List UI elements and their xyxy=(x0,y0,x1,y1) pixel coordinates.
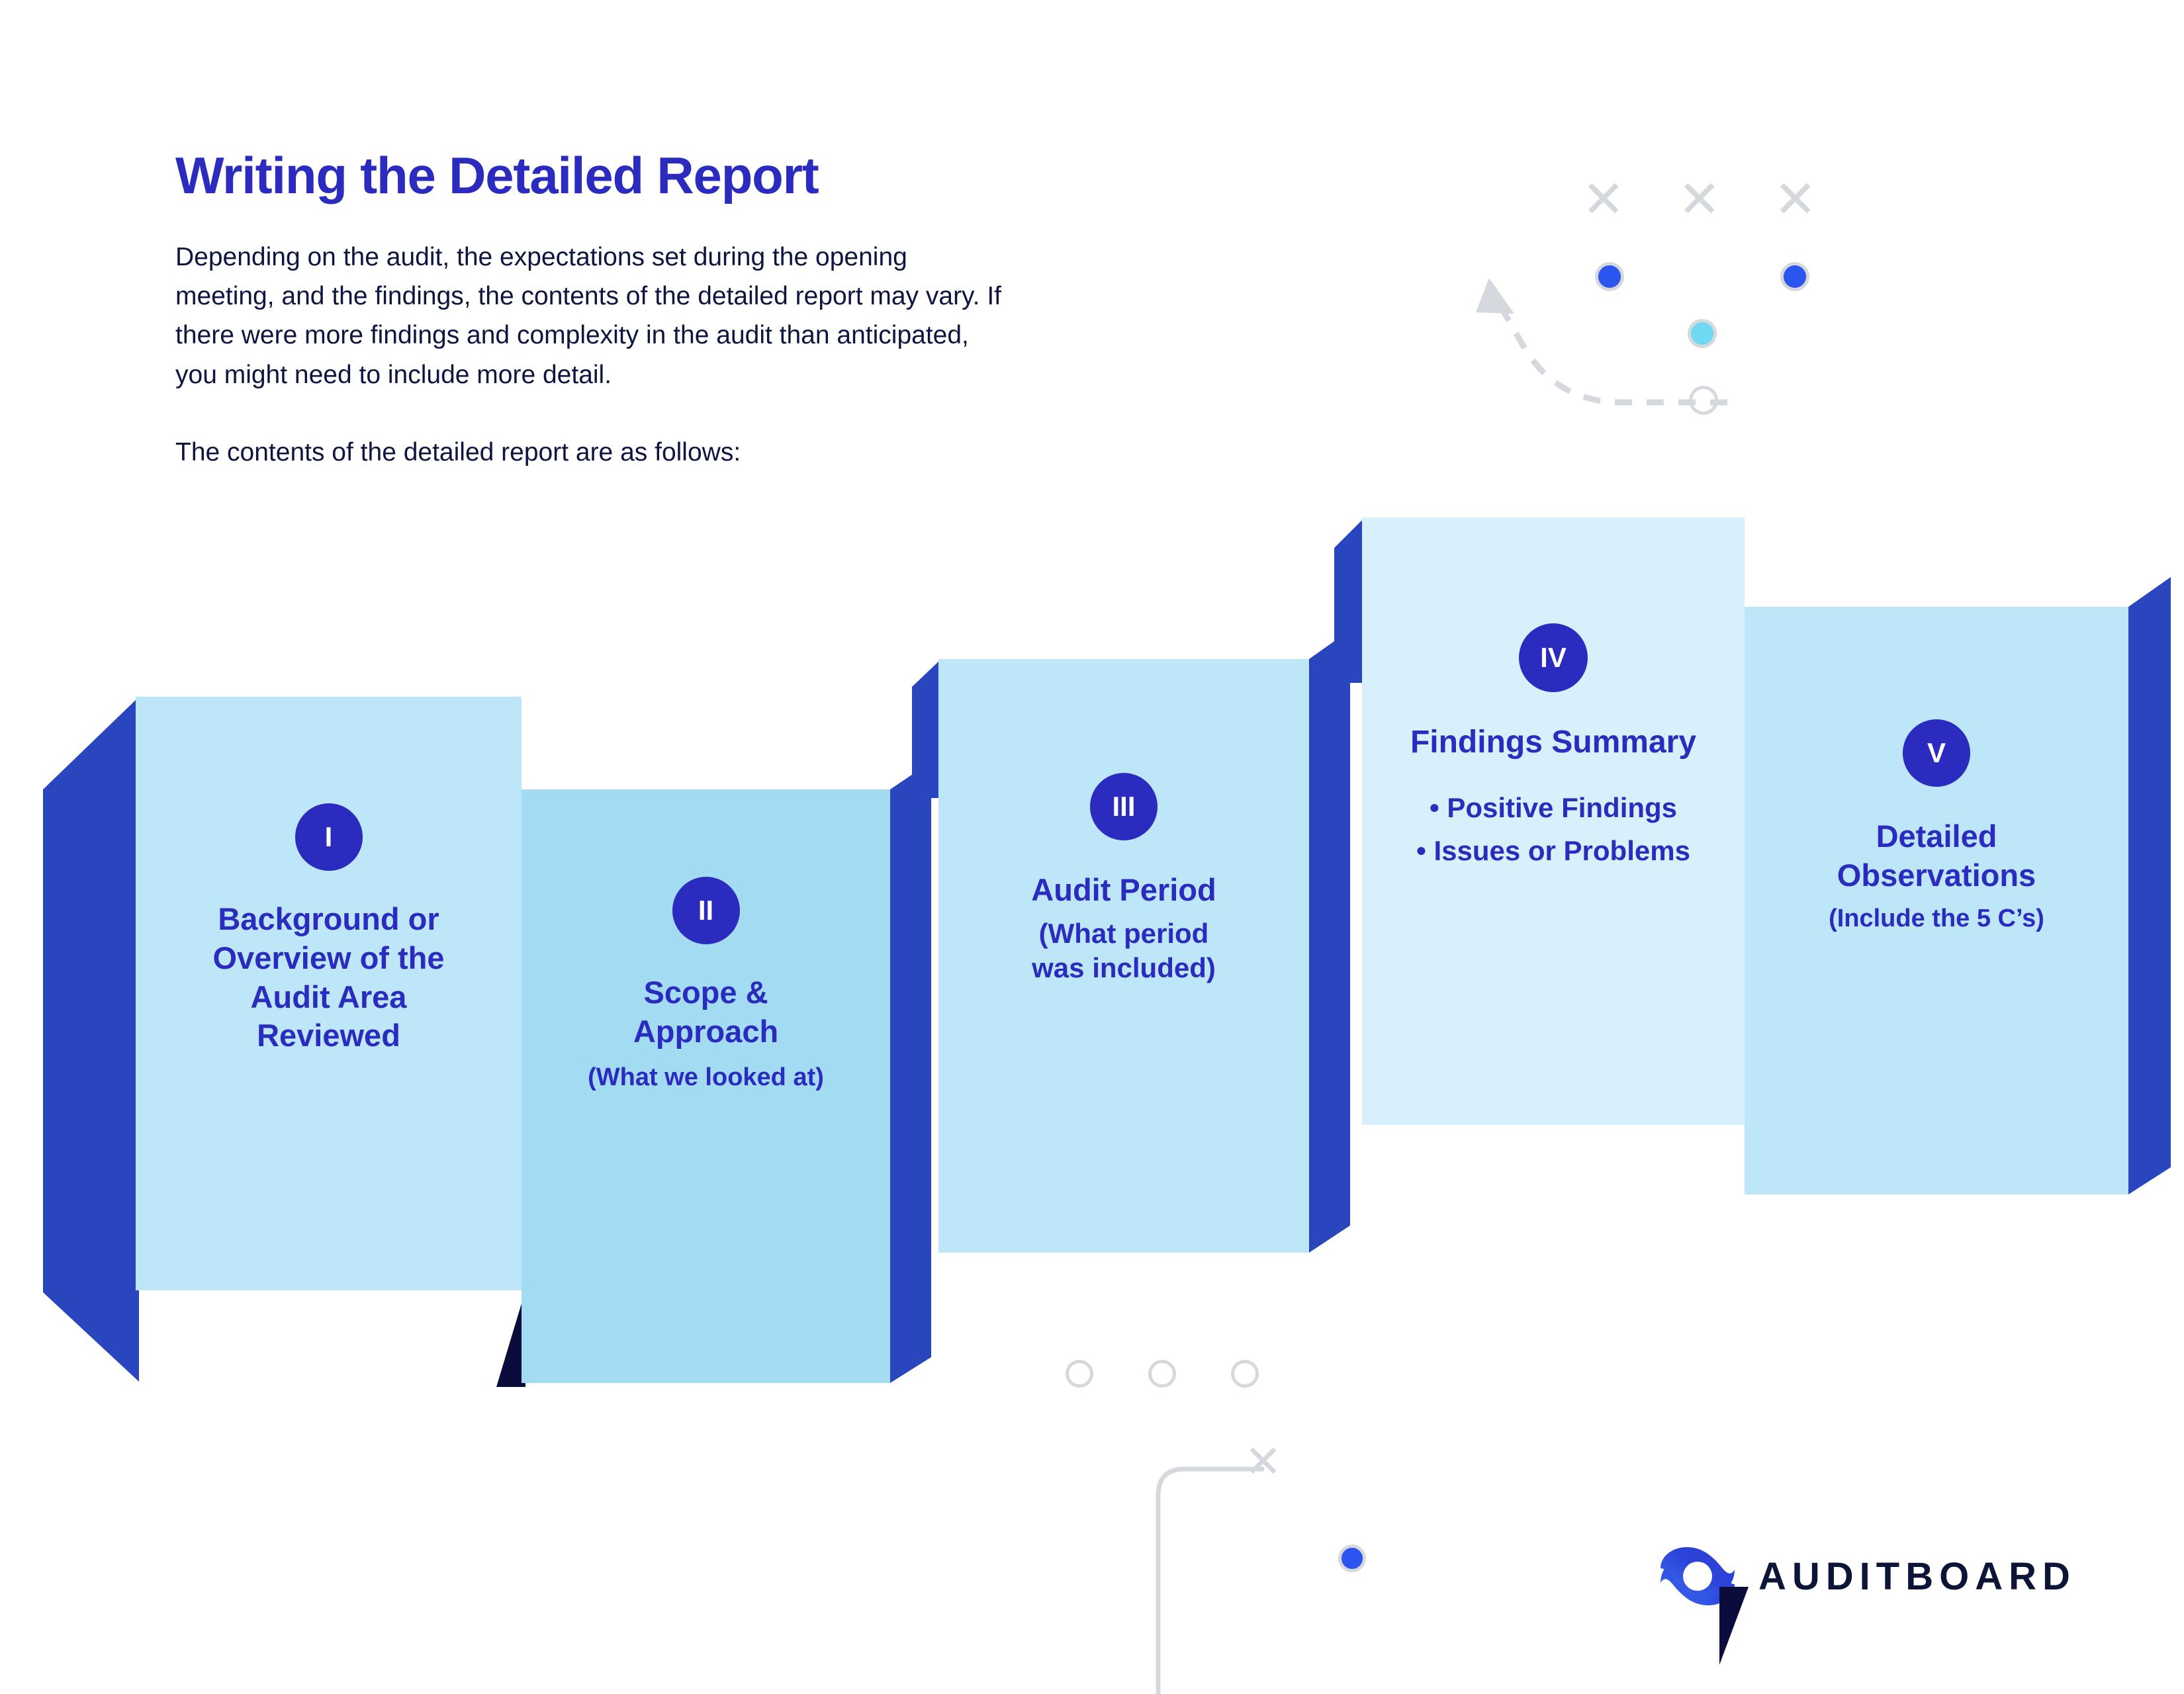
step-4-badge: IV xyxy=(1519,623,1588,692)
step-2-title: Scope & Approach xyxy=(633,975,779,1049)
step-5-side-panel xyxy=(2128,577,2171,1194)
step-3-title: Audit Period xyxy=(1031,872,1216,907)
step-2-side-panel xyxy=(890,762,931,1383)
step-4-title: Findings Summary xyxy=(1410,725,1697,760)
step-5-subtitle: (Include the 5 C’s) xyxy=(1829,904,2044,932)
step-5-title: Detailed Observations xyxy=(1837,819,2036,893)
step-3-badge: III xyxy=(1090,773,1158,840)
step-card-2[interactable]: II Scope & Approach (What we looked at) xyxy=(496,762,931,1387)
step-1-face: I Background or Overview of the Audit Ar… xyxy=(136,697,522,1290)
step-4-left-edge xyxy=(1334,517,1365,683)
step-5-face: V Detailed Observations (Include the 5 C… xyxy=(1745,607,2128,1194)
step-card-3[interactable]: III Audit Period (What period was includ… xyxy=(912,630,1350,1253)
step-4-numeral: IV xyxy=(1540,642,1567,673)
steps-diagram: I Background or Overview of the Audit Ar… xyxy=(0,0,2184,1687)
step-4-bullet-1: Positive Findings xyxy=(1416,786,1690,829)
step-card-5[interactable]: V Detailed Observations (Include the 5 C… xyxy=(1745,577,2171,1194)
auditboard-wordmark: AUDITBOARD xyxy=(1758,1554,2076,1598)
step-1-side-panel xyxy=(43,697,139,1382)
step-5-badge: V xyxy=(1903,719,1970,787)
step-4-cast-shadow xyxy=(1719,1587,1749,1665)
step-3-numeral: III xyxy=(1112,791,1136,822)
step-2-badge: II xyxy=(672,877,740,944)
step-card-1[interactable]: I Background or Overview of the Audit Ar… xyxy=(43,697,522,1382)
step-4-bullet-2: Issues or Problems xyxy=(1416,829,1690,872)
step-card-4[interactable]: IV Findings Summary Positive Findings Is… xyxy=(1334,517,1749,1665)
step-1-numeral: I xyxy=(324,821,333,852)
step-1-badge: I xyxy=(295,803,363,871)
step-2-subtitle: (What we looked at) xyxy=(588,1063,824,1091)
step-2-numeral: II xyxy=(698,895,714,926)
step-3-left-edge xyxy=(912,659,941,798)
step-4-face: IV Findings Summary Positive Findings Is… xyxy=(1362,517,1745,1125)
step-4-bullet-list: Positive Findings Issues or Problems xyxy=(1416,786,1690,872)
step-1-title: Background or Overview of the Audit Area… xyxy=(212,901,445,1053)
step-5-numeral: V xyxy=(1927,737,1946,768)
step-3-face: III Audit Period (What period was includ… xyxy=(938,659,1309,1253)
step-3-side-panel xyxy=(1309,630,1350,1253)
step-3-subtitle: (What period was included) xyxy=(1032,917,1216,984)
step-2-face: II Scope & Approach (What we looked at) xyxy=(522,789,890,1383)
